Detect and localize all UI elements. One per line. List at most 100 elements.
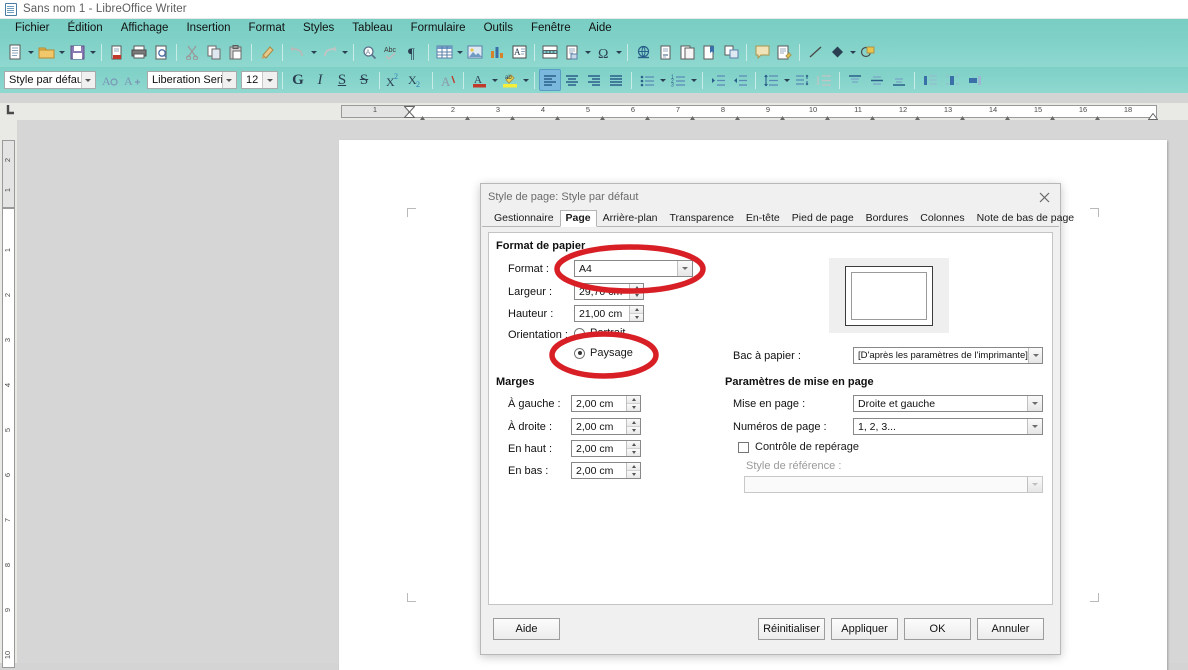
page-layout-combo[interactable]: Droite et gauche — [853, 395, 1043, 412]
menu-item-fenetre[interactable]: Fenêtre — [522, 19, 580, 37]
margin-right-spinner[interactable]: 2,00 cm — [571, 418, 641, 435]
table-align-left-icon[interactable] — [919, 69, 941, 91]
center-vertically-icon[interactable] — [866, 69, 888, 91]
menu-item-format[interactable]: Format — [240, 19, 294, 37]
undo-icon[interactable] — [287, 41, 309, 63]
open-folder-dropdown-icon[interactable] — [57, 41, 66, 63]
formatting-marks-icon[interactable]: ¶ — [402, 41, 424, 63]
tab-colonnes[interactable]: Colonnes — [914, 210, 970, 226]
insert-field-dropdown-icon[interactable] — [583, 41, 592, 63]
print-preview-icon[interactable] — [150, 41, 172, 63]
ordered-list-dropdown-icon[interactable] — [689, 69, 698, 91]
margin-top-spinner[interactable]: 2,00 cm — [571, 440, 641, 457]
chevron-down-icon[interactable] — [80, 72, 95, 88]
spelling-icon[interactable]: Abc — [380, 41, 402, 63]
update-style-icon[interactable]: A — [99, 69, 121, 91]
tab-note-bas-de-page[interactable]: Note de bas de page — [971, 210, 1081, 226]
reset-button[interactable]: Réinitialiser — [758, 618, 825, 640]
menu-item-edition[interactable]: Édition — [59, 19, 112, 37]
spinner-buttons[interactable] — [626, 441, 640, 456]
page-break-icon[interactable] — [539, 41, 561, 63]
insert-bookmark-icon[interactable] — [698, 41, 720, 63]
indent-marker-left[interactable] — [403, 106, 416, 118]
insert-hyperlink-icon[interactable] — [632, 41, 654, 63]
open-folder-icon[interactable] — [35, 41, 57, 63]
highlighting-color-dropdown-icon[interactable] — [521, 69, 530, 91]
menu-item-outils[interactable]: Outils — [475, 19, 522, 37]
chevron-down-icon[interactable] — [1027, 419, 1042, 434]
align-right-icon[interactable] — [583, 69, 605, 91]
menu-item-styles[interactable]: Styles — [294, 19, 343, 37]
insert-endnote-icon[interactable] — [676, 41, 698, 63]
spinner-buttons[interactable] — [629, 284, 643, 299]
tab-gestionnaire[interactable]: Gestionnaire — [488, 210, 560, 226]
insert-cross-reference-icon[interactable] — [720, 41, 742, 63]
menu-item-fichier[interactable]: Fichier — [6, 19, 59, 37]
radio-portrait[interactable]: Portrait — [574, 327, 625, 339]
undo-dropdown-icon[interactable] — [309, 41, 318, 63]
tab-arriere-plan[interactable]: Arrière-plan — [597, 210, 664, 226]
table-align-right-icon[interactable] — [963, 69, 985, 91]
underline-icon[interactable]: S — [331, 69, 353, 91]
decrease-indent-icon[interactable] — [729, 69, 751, 91]
find-replace-icon[interactable]: A — [358, 41, 380, 63]
paragraph-style-combo[interactable]: Style par défaut — [4, 71, 96, 89]
insert-chart-icon[interactable] — [486, 41, 508, 63]
spinner-buttons[interactable] — [626, 396, 640, 411]
align-center-icon[interactable] — [561, 69, 583, 91]
highlighting-color-icon[interactable]: ab — [499, 69, 521, 91]
increase-indent-icon[interactable] — [707, 69, 729, 91]
subscript-icon[interactable]: X2 — [406, 69, 428, 91]
insert-line-icon[interactable] — [804, 41, 826, 63]
clone-formatting-icon[interactable] — [256, 41, 278, 63]
margin-left-spinner[interactable]: 2,00 cm — [571, 395, 641, 412]
horizontal-ruler[interactable]: 1 2 3 4 5 6 7 8 9 10 11 12 13 14 15 16 1… — [0, 103, 1188, 120]
cut-icon[interactable] — [181, 41, 203, 63]
font-color-dropdown-icon[interactable] — [490, 69, 499, 91]
height-spinner[interactable]: 21,00 cm — [574, 305, 644, 322]
tab-en-tete[interactable]: En-tête — [740, 210, 786, 226]
close-icon[interactable] — [1028, 184, 1060, 210]
redo-dropdown-icon[interactable] — [340, 41, 349, 63]
insert-textbox-icon[interactable]: A — [508, 41, 530, 63]
tab-pied-de-page[interactable]: Pied de page — [786, 210, 860, 226]
align-top-icon[interactable] — [844, 69, 866, 91]
show-draw-functions-icon[interactable] — [857, 41, 879, 63]
insert-image-icon[interactable] — [464, 41, 486, 63]
font-name-combo[interactable]: Liberation Serif — [147, 71, 237, 89]
paper-tray-combo[interactable]: [D'après les paramètres de l'imprimante] — [853, 347, 1043, 364]
radio-paysage[interactable]: Paysage — [574, 347, 633, 359]
apply-button[interactable]: Appliquer — [831, 618, 898, 640]
menu-item-affichage[interactable]: Affichage — [112, 19, 178, 37]
basic-shapes-icon[interactable] — [826, 41, 848, 63]
bold-icon[interactable]: G — [287, 69, 309, 91]
insert-comment-icon[interactable] — [751, 41, 773, 63]
align-left-icon[interactable] — [539, 69, 561, 91]
line-spacing-icon[interactable] — [760, 69, 782, 91]
ordered-list-icon[interactable]: 123 — [667, 69, 689, 91]
new-document-icon[interactable] — [4, 41, 26, 63]
table-align-center-icon[interactable] — [941, 69, 963, 91]
tab-page[interactable]: Page — [559, 210, 597, 227]
insert-special-character-icon[interactable]: Ω — [592, 41, 614, 63]
no-list-icon[interactable] — [813, 69, 835, 91]
menu-item-insertion[interactable]: Insertion — [177, 19, 239, 37]
insert-table-dropdown-icon[interactable] — [455, 41, 464, 63]
spinner-buttons[interactable] — [629, 306, 643, 321]
spinner-buttons[interactable] — [626, 419, 640, 434]
strikethrough-icon[interactable]: S — [353, 69, 375, 91]
vertical-ruler[interactable]: 2 1 1 2 3 4 5 6 7 8 9 10 — [0, 120, 17, 668]
insert-table-icon[interactable] — [433, 41, 455, 63]
align-bottom-icon[interactable] — [888, 69, 910, 91]
paste-icon[interactable] — [225, 41, 247, 63]
menu-item-formulaire[interactable]: Formulaire — [402, 19, 475, 37]
menu-item-aide[interactable]: Aide — [580, 19, 621, 37]
format-combo[interactable]: A4 — [574, 260, 693, 277]
chevron-down-icon[interactable] — [1027, 348, 1042, 363]
export-pdf-icon[interactable] — [106, 41, 128, 63]
new-document-dropdown-icon[interactable] — [26, 41, 35, 63]
indent-marker-right[interactable] — [1147, 111, 1159, 120]
superscript-icon[interactable]: X2 — [384, 69, 406, 91]
paragraph-spacing-icon[interactable] — [791, 69, 813, 91]
ok-button[interactable]: OK — [904, 618, 971, 640]
